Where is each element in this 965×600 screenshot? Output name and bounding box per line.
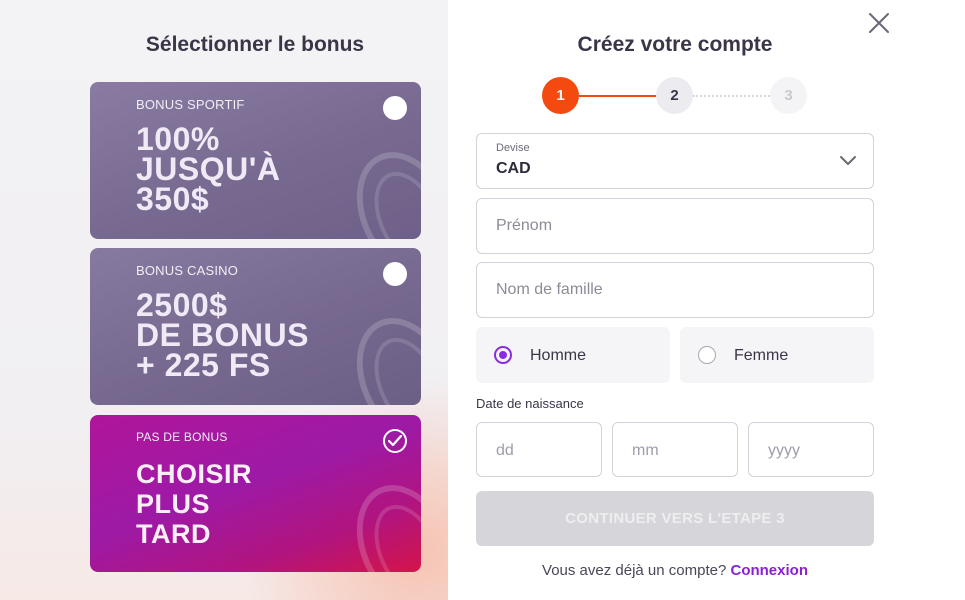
gender-option-female[interactable]: Femme [680, 327, 874, 383]
step-1: 1 [542, 77, 579, 114]
first-name-placeholder: Prénom [496, 217, 553, 234]
continue-button[interactable]: CONTINUER VERS L'ETAPE 3 [476, 491, 874, 546]
currency-value: CAD [496, 160, 531, 177]
last-name-placeholder: Nom de famille [496, 281, 603, 298]
gender-radio-selected[interactable] [494, 346, 512, 364]
stepper-line-pending [693, 95, 770, 97]
currency-select[interactable]: Devise CAD [476, 133, 874, 189]
bonus-card-headline: 100% JUSQU'À 350$ [136, 121, 281, 217]
step-3: 3 [770, 77, 807, 114]
bonus-card-headline: 2500$ DE BONUS + 225 FS [136, 287, 309, 383]
gender-radio[interactable] [698, 346, 716, 364]
dob-day-placeholder: dd [496, 442, 514, 459]
gender-label: Homme [530, 347, 587, 364]
bonus-card-casino[interactable]: BONUS CASINO 2500$ DE BONUS + 225 FS [90, 248, 421, 405]
login-prompt: Vous avez déjà un compte? Connexion [476, 562, 874, 579]
dob-month-placeholder: mm [632, 442, 659, 459]
stepper-line-done [579, 95, 656, 97]
signup-title: Créez votre compte [577, 33, 773, 56]
currency-label: Devise [496, 142, 530, 154]
bonus-radio[interactable] [383, 262, 407, 286]
chevron-down-icon [839, 154, 857, 172]
login-prompt-text: Vous avez déjà un compte? [542, 562, 727, 579]
bonus-title: Sélectionner le bonus [145, 33, 365, 56]
gender-option-male[interactable]: Homme [476, 327, 670, 383]
bonus-card-sport[interactable]: BONUS SPORTIF 100% JUSQU'À 350$ [90, 82, 421, 239]
step-2: 2 [656, 77, 693, 114]
dob-year-field[interactable]: yyyy [748, 422, 874, 477]
bonus-card-label: PAS DE BONUS [136, 430, 228, 444]
bonus-card-none[interactable]: PAS DE BONUS CHOISIR PLUS TARD [90, 415, 421, 572]
dob-label: Date de naissance [476, 396, 584, 411]
check-icon[interactable] [383, 429, 407, 453]
bonus-radio[interactable] [383, 96, 407, 120]
bonus-card-label: BONUS CASINO [136, 263, 239, 278]
bonus-card-label: BONUS SPORTIF [136, 97, 245, 112]
dob-year-placeholder: yyyy [768, 442, 800, 459]
gender-label: Femme [734, 347, 789, 364]
bonus-card-headline: CHOISIR PLUS TARD [136, 459, 253, 549]
first-name-field[interactable]: Prénom [476, 198, 874, 254]
dob-day-field[interactable]: dd [476, 422, 602, 477]
dob-month-field[interactable]: mm [612, 422, 738, 477]
login-link[interactable]: Connexion [730, 562, 808, 579]
last-name-field[interactable]: Nom de famille [476, 262, 874, 318]
